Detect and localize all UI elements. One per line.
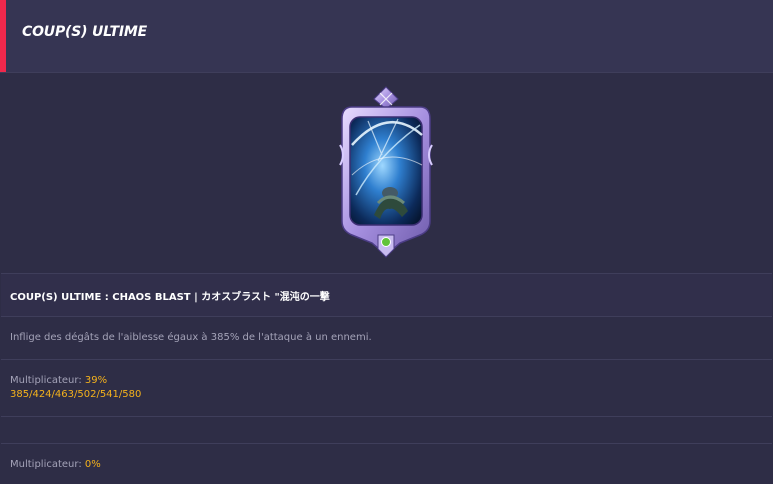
card-area	[0, 73, 773, 273]
header-accent-bar	[0, 0, 6, 72]
skill-description-row: Inflige des dégâts de l'aiblesse égaux à…	[1, 316, 772, 359]
multiplier-1-label: Multiplicateur:	[10, 375, 85, 386]
multiplier-2: Multiplicateur: 0%	[10, 458, 101, 472]
ultimate-skill-card-icon	[339, 86, 433, 258]
empty-row	[1, 416, 772, 443]
skill-description: Inflige des dégâts de l'aiblesse égaux à…	[10, 332, 372, 343]
skill-name: COUP(S) ULTIME : CHAOS BLAST | カオスブラスト "…	[10, 292, 330, 303]
section-title: COUP(S) ULTIME	[22, 24, 147, 40]
multiplier-1: Multiplicateur: 39% 385/424/463/502/541/…	[10, 374, 141, 402]
multiplier-1-value: 39%	[84, 375, 108, 386]
multiplier-1-sequence: 385/424/463/502/541/580	[10, 389, 142, 400]
multiplier-row-2: Multiplicateur: 0%	[1, 443, 772, 484]
multiplier-2-value: 0%	[84, 459, 101, 470]
skill-name-row: COUP(S) ULTIME : CHAOS BLAST | カオスブラスト "…	[1, 273, 772, 316]
section-header: COUP(S) ULTIME	[0, 0, 773, 73]
multiplier-row-1: Multiplicateur: 39% 385/424/463/502/541/…	[1, 359, 772, 416]
multiplier-2-label: Multiplicateur:	[10, 459, 85, 470]
